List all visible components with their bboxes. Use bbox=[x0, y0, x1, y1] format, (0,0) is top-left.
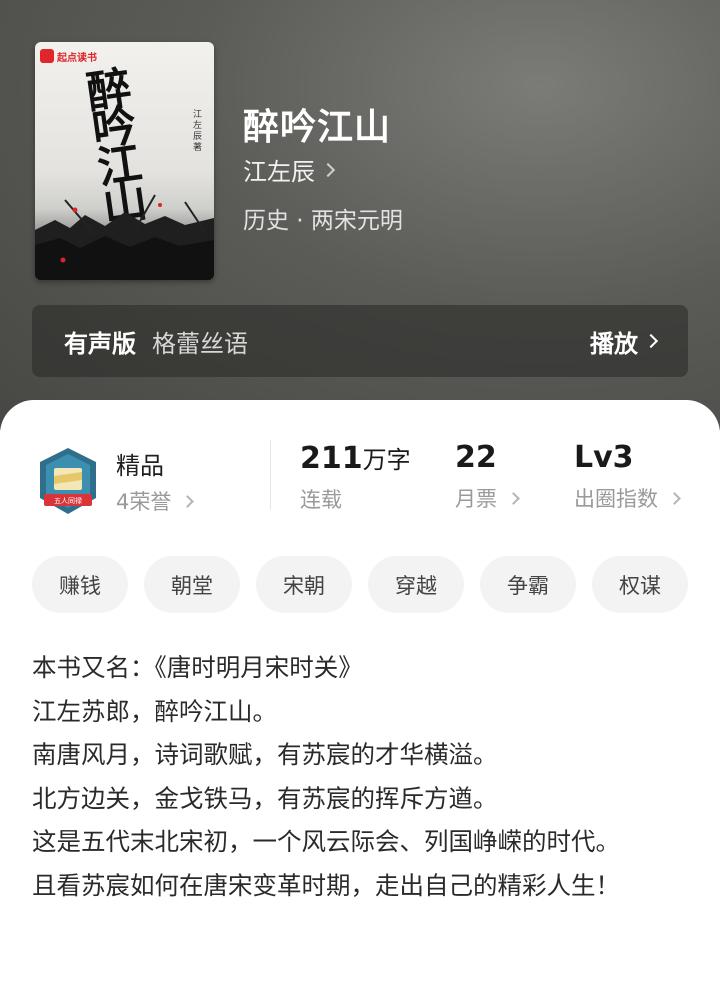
audiobook-narrator: 格蕾丝语 bbox=[152, 329, 248, 358]
quality-title: 精品 bbox=[116, 452, 164, 480]
author-name: 江左辰 bbox=[243, 158, 315, 186]
word-count-stat: 211万字 连载 bbox=[300, 440, 411, 514]
chevron-right-icon bbox=[320, 162, 336, 177]
chevron-right-icon bbox=[507, 491, 520, 505]
circle-index-stat[interactable]: Lv3 出圈指数 bbox=[574, 440, 681, 513]
book-detail-sheet: 五人同禄 精品 4荣誉 211万字 连载 22 月票 Lv3 出圈指数 赚钱 朝… bbox=[0, 400, 720, 993]
description-line: 本书又名：《唐时明月宋时关》 bbox=[32, 653, 363, 682]
circle-index-value: Lv3 bbox=[574, 440, 634, 475]
honors-count: 4荣誉 bbox=[116, 490, 172, 514]
cover-brand: 起点读书 bbox=[57, 52, 97, 64]
quality-emblem-icon[interactable]: 五人同禄 bbox=[36, 446, 100, 518]
cover-brand-badge: 起点读书 bbox=[40, 48, 97, 64]
play-button[interactable]: 播放 bbox=[590, 324, 659, 359]
tag-chip[interactable]: 争霸 bbox=[480, 556, 576, 613]
cover-battle-illustration bbox=[35, 194, 214, 280]
book-header: 起点读书 醉吟江山 江左辰 著 醉吟江山 江左辰 历史 · 两宋元明 有声版 格… bbox=[0, 0, 720, 430]
chevron-right-icon bbox=[181, 494, 195, 508]
qidian-logo-icon bbox=[40, 49, 54, 63]
emblem-text: 五人同禄 bbox=[54, 496, 82, 505]
tag-chip[interactable]: 朝堂 bbox=[144, 556, 240, 613]
description-line: 北方边关，金戈铁马，有苏宸的挥斥方遒。 bbox=[32, 783, 498, 813]
cover-author: 江左辰 著 bbox=[193, 110, 203, 153]
honors-link[interactable]: 4荣誉 bbox=[116, 486, 195, 516]
stats-row: 五人同禄 精品 4荣誉 211万字 连载 22 月票 Lv3 出圈指数 bbox=[0, 440, 720, 530]
chevron-right-icon bbox=[643, 333, 659, 349]
description-line: 南唐风月，诗词歌赋，有苏宸的才华横溢。 bbox=[32, 740, 498, 769]
chevron-right-icon bbox=[668, 491, 681, 505]
word-count-unit: 万字 bbox=[362, 446, 411, 474]
monthly-votes-label: 月票 bbox=[455, 487, 497, 511]
word-count-value: 211 bbox=[300, 441, 363, 476]
book-cover[interactable]: 起点读书 醉吟江山 江左辰 著 bbox=[35, 42, 214, 280]
circle-index-label: 出圈指数 bbox=[574, 487, 658, 511]
book-title: 醉吟江山 bbox=[243, 106, 392, 148]
tag-chip[interactable]: 赚钱 bbox=[32, 556, 128, 613]
book-description[interactable]: 本书又名：《唐时明月宋时关》 江左苏郎，醉吟江山。 南唐风月，诗词歌赋，有苏宸的… bbox=[32, 646, 688, 907]
description-line: 且看苏宸如何在唐宋变革时期，走出自己的精彩人生！ bbox=[32, 870, 620, 900]
description-line: 江左苏郎，醉吟江山。 bbox=[32, 696, 277, 726]
audiobook-bar[interactable]: 有声版 格蕾丝语 播放 bbox=[32, 305, 688, 377]
tag-chip[interactable]: 权谋 bbox=[592, 556, 688, 613]
tag-list: 赚钱 朝堂 宋朝 穿越 争霸 权谋 bbox=[32, 556, 704, 613]
stats-divider bbox=[270, 440, 271, 510]
audiobook-label: 有声版 bbox=[64, 329, 136, 358]
book-category: 历史 · 两宋元明 bbox=[243, 208, 403, 234]
monthly-votes-value: 22 bbox=[455, 440, 497, 475]
author-link[interactable]: 江左辰 bbox=[243, 152, 336, 187]
play-label: 播放 bbox=[590, 329, 638, 358]
monthly-votes-stat[interactable]: 22 月票 bbox=[455, 440, 520, 513]
tag-chip[interactable]: 穿越 bbox=[368, 556, 464, 613]
description-line: 这是五代末北宋初，一个风云际会、列国峥嵘的时代。 bbox=[32, 827, 620, 856]
tag-chip[interactable]: 宋朝 bbox=[256, 556, 352, 613]
serial-status: 连载 bbox=[300, 488, 342, 512]
